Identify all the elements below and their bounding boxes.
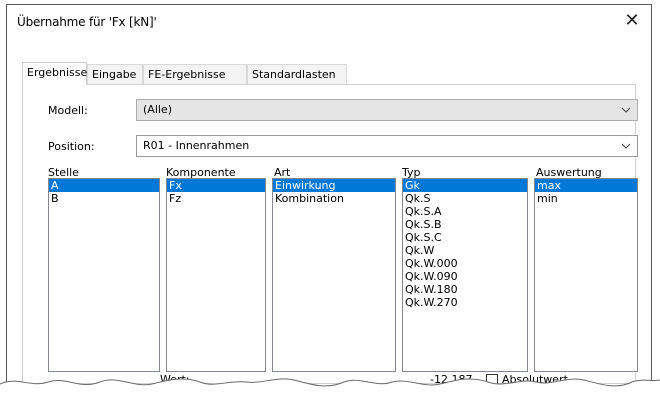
chevron-down-icon [621,107,631,113]
torn-edge [0,378,660,394]
stelle-listbox[interactable]: AB [48,178,160,372]
list-item[interactable]: min [535,192,637,205]
list-item[interactable]: Qk.W [403,244,527,257]
komponente-listbox[interactable]: Fx Fz [166,178,266,372]
list-item[interactable]: Qk.W.090 [403,270,527,283]
auswertung-listbox[interactable]: max min [534,178,638,372]
list-item[interactable]: Qk.S.B [403,218,527,231]
list-item[interactable]: A [49,179,159,192]
art-listbox[interactable]: Einwirkung Kombination [272,178,396,372]
list-item[interactable]: Qk.W.180 [403,283,527,296]
list-item[interactable]: Fz [167,192,265,205]
list-item[interactable]: Qk.W.000 [403,257,527,270]
position-label: Position: [48,140,95,153]
modell-label: Modell: [48,104,88,117]
dialog-title: Übernahme für 'Fx [kN]' [17,15,157,29]
list-item[interactable]: Qk.S [403,192,527,205]
modell-value: (Alle) [143,103,172,116]
list-item[interactable]: Kombination [273,192,395,205]
list-item[interactable]: max [535,179,637,192]
modell-dropdown[interactable]: (Alle) [136,99,638,121]
typ-listbox[interactable]: Gk Qk.S Qk.S.A Qk.S.B Qk.S.C Qk.W Qk.W.000 Qk.W… [402,178,528,372]
tab-eingabe[interactable]: Eingabe [87,64,143,84]
tab-fe-ergebnisse[interactable]: FE-Ergebnisse [143,64,247,84]
tab-ergebnisse[interactable]: Ergebnisse [22,62,87,85]
list-item[interactable]: Qk.W.270 [403,296,527,309]
title-bar: Übernahme für 'Fx [kN]' ✕ [7,5,651,39]
list-item[interactable]: Qk.S.C [403,231,527,244]
chevron-down-icon [621,143,631,149]
list-item[interactable]: Qk.S.A [403,205,527,218]
position-value: R01 - Innenrahmen [143,139,250,152]
close-icon[interactable]: ✕ [619,9,645,35]
position-dropdown[interactable]: R01 - Innenrahmen [136,135,638,157]
list-item[interactable]: Fx [167,179,265,192]
list-item[interactable]: B [49,192,159,205]
tab-standardlasten[interactable]: Standardlasten [247,64,347,84]
list-item[interactable]: Gk [403,179,527,192]
list-item[interactable]: Einwirkung [273,179,395,192]
